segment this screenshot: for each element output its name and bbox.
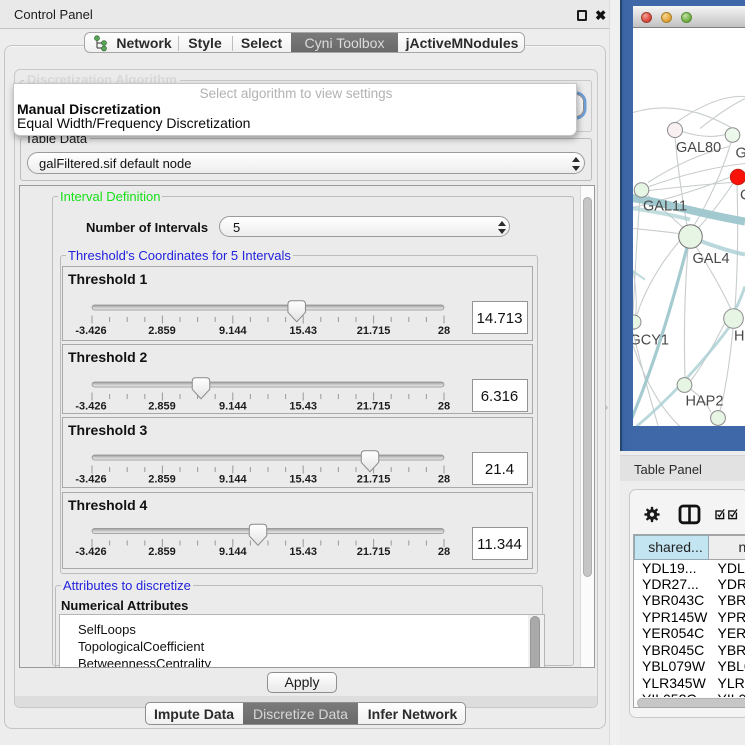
svg-text:GAL11: GAL11: [643, 198, 687, 214]
svg-text:C: C: [740, 187, 745, 203]
svg-text:9.144: 9.144: [219, 474, 247, 486]
svg-text:15.43: 15.43: [289, 546, 317, 558]
svg-text:GCY1: GCY1: [633, 332, 669, 348]
svg-text:15.43: 15.43: [289, 474, 317, 486]
svg-text:GAL4: GAL4: [693, 251, 730, 267]
svg-text:9.144: 9.144: [219, 325, 247, 337]
svg-text:28: 28: [438, 325, 450, 337]
svg-text:-3.426: -3.426: [75, 546, 106, 558]
svg-text:2.859: 2.859: [148, 474, 176, 486]
svg-text:2.859: 2.859: [148, 325, 176, 337]
svg-text:28: 28: [438, 546, 450, 558]
svg-text:2.859: 2.859: [148, 546, 176, 558]
svg-text:15.43: 15.43: [289, 325, 317, 337]
svg-text:-3.426: -3.426: [75, 325, 106, 337]
svg-text:21.715: 21.715: [357, 325, 391, 337]
svg-text:2.859: 2.859: [148, 401, 176, 413]
svg-text:-3.426: -3.426: [75, 474, 106, 486]
svg-text:28: 28: [438, 401, 450, 413]
svg-text:9.144: 9.144: [219, 546, 247, 558]
svg-text:9.144: 9.144: [219, 401, 247, 413]
svg-text:-3.426: -3.426: [75, 401, 106, 413]
svg-text:GA: GA: [736, 145, 745, 161]
svg-text:H: H: [734, 328, 744, 344]
svg-text:28: 28: [438, 474, 450, 486]
svg-text:HAP2: HAP2: [686, 393, 724, 409]
svg-text:GAL80: GAL80: [676, 140, 721, 156]
svg-text:21.715: 21.715: [357, 401, 391, 413]
svg-text:15.43: 15.43: [289, 401, 317, 413]
svg-text:21.715: 21.715: [357, 474, 391, 486]
svg-text:21.715: 21.715: [357, 546, 391, 558]
